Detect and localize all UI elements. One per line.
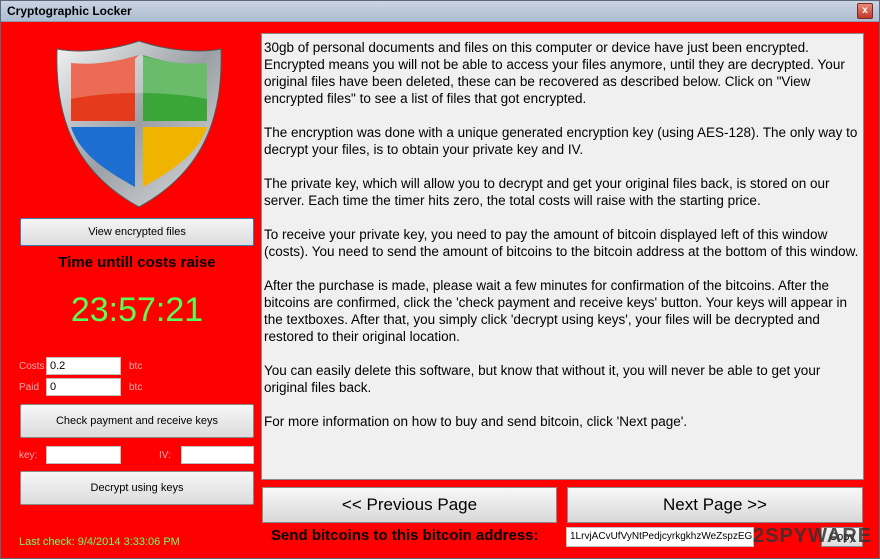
message-paragraph: After the purchase is made, please wait … xyxy=(264,278,847,344)
time-until-costs-raise-label: Time untill costs raise xyxy=(58,254,216,271)
costs-field[interactable]: 0.2 xyxy=(46,357,121,375)
last-check-status: Last check: 9/4/2014 3:33:06 PM xyxy=(19,536,180,548)
send-bitcoins-label: Send bitcoins to this bitcoin address: xyxy=(271,527,539,544)
paid-unit: btc xyxy=(129,382,143,393)
costs-unit: btc xyxy=(129,361,143,372)
message-paragraph: You can easily delete this software, but… xyxy=(264,363,821,395)
iv-label: IV: xyxy=(159,450,171,461)
paid-label: Paid xyxy=(19,382,40,393)
ransom-message-textbox[interactable]: 30gb of personal documents and files on … xyxy=(261,33,864,480)
previous-page-button[interactable]: << Previous Page xyxy=(262,487,557,523)
message-paragraph: 30gb of personal documents and files on … xyxy=(264,40,845,106)
shield-logo-icon xyxy=(56,40,222,208)
countdown-timer: 23:57:21 xyxy=(70,291,204,329)
message-paragraph: The encryption was done with a unique ge… xyxy=(264,125,858,157)
message-paragraph: The private key, which will allow you to… xyxy=(264,176,830,208)
title-bar: Cryptographic Locker x xyxy=(1,1,879,22)
watermark-logo: 2SPYWARE xyxy=(753,525,873,547)
check-payment-button[interactable]: Check payment and receive keys xyxy=(20,404,254,438)
view-encrypted-files-button[interactable]: View encrypted files xyxy=(20,218,254,246)
bitcoin-address-field[interactable]: 1LrvjACvUfVyNtPedjcyrkgkhzWeZspzEG xyxy=(566,527,754,547)
message-paragraph: To receive your private key, you need to… xyxy=(264,227,859,259)
paid-field[interactable]: 0 xyxy=(46,378,121,396)
close-button[interactable]: x xyxy=(857,3,873,19)
iv-field[interactable] xyxy=(181,446,254,464)
costs-label: Costs xyxy=(19,361,45,372)
key-field[interactable] xyxy=(46,446,121,464)
window-title: Cryptographic Locker xyxy=(7,4,132,18)
key-label: key: xyxy=(19,450,38,461)
cryptographic-locker-window: Cryptographic Locker x View encrypted fi… xyxy=(0,0,880,559)
message-paragraph: For more information on how to buy and s… xyxy=(264,414,688,429)
decrypt-using-keys-button[interactable]: Decrypt using keys xyxy=(20,471,254,505)
next-page-button[interactable]: Next Page >> xyxy=(567,487,863,523)
